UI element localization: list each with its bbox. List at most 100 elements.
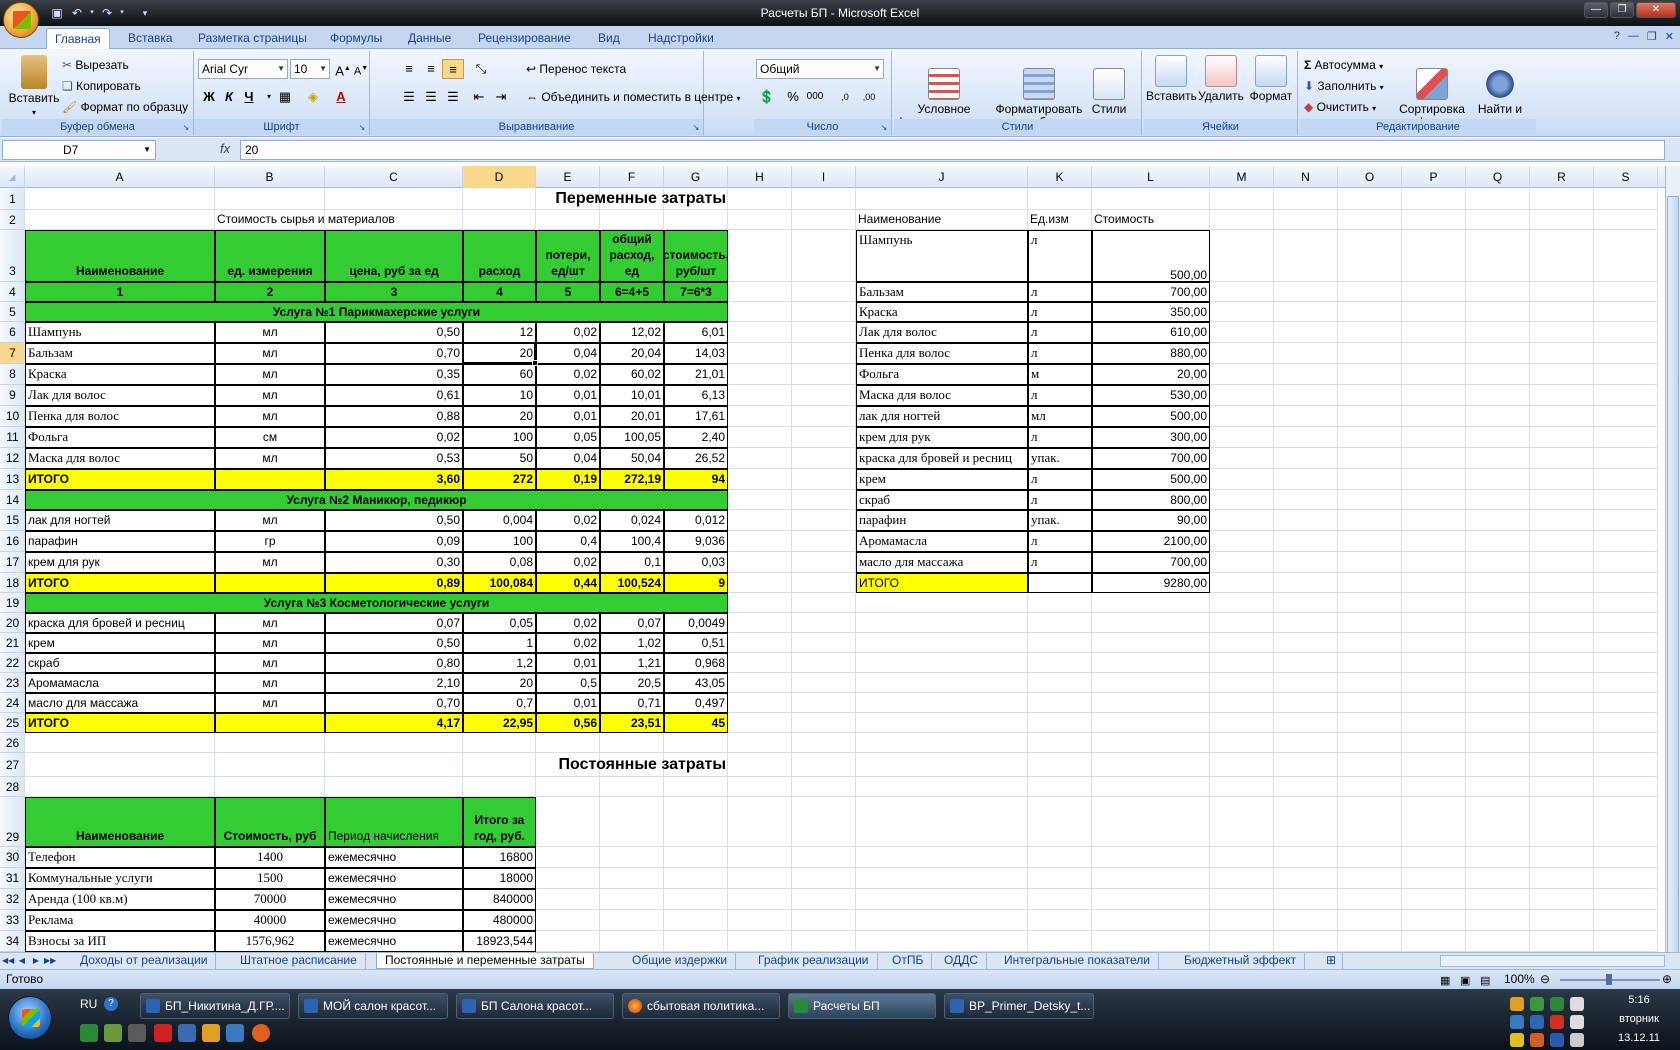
price-cell[interactable]: масло для массажа bbox=[856, 552, 1028, 573]
row-header-23[interactable]: 23 bbox=[0, 673, 25, 693]
header-number[interactable]: 1 bbox=[25, 282, 215, 302]
row-header-26[interactable]: 26 bbox=[0, 733, 25, 753]
last-sheet-icon[interactable]: ▶▶ bbox=[44, 954, 56, 968]
help-icon[interactable]: ? bbox=[104, 997, 118, 1011]
fixed-header[interactable]: Наименование bbox=[25, 797, 215, 847]
price-cell[interactable]: Шампунь bbox=[856, 230, 1028, 282]
dialog-launcher-icon[interactable]: ↘ bbox=[181, 123, 191, 133]
data-cell[interactable]: 0,0049 bbox=[664, 613, 728, 633]
price-cell[interactable]: 500,00 bbox=[1092, 230, 1210, 282]
total-cell[interactable]: 100,084 bbox=[463, 573, 536, 593]
price-cell[interactable]: л bbox=[1028, 427, 1092, 448]
data-cell[interactable]: мл bbox=[215, 613, 325, 633]
taskbar-item[interactable]: МОЙ салон красот... bbox=[298, 993, 448, 1019]
row-header-8[interactable]: 8 bbox=[0, 364, 25, 385]
row-header-32[interactable]: 32 bbox=[0, 889, 25, 910]
price-cell[interactable]: Бальзам bbox=[856, 282, 1028, 302]
data-cell[interactable]: 9,036 bbox=[664, 531, 728, 552]
total-cell[interactable]: 3,60 bbox=[325, 469, 463, 490]
price-cell[interactable]: упак. bbox=[1028, 510, 1092, 531]
data-cell[interactable]: 0,02 bbox=[536, 364, 600, 385]
data-cell[interactable]: 20,04 bbox=[600, 343, 664, 364]
align-top-icon[interactable]: ≡ bbox=[398, 59, 420, 79]
data-cell[interactable]: мл bbox=[215, 406, 325, 427]
price-cell[interactable]: Фольга bbox=[856, 364, 1028, 385]
font-color-icon[interactable]: A bbox=[330, 87, 352, 107]
fixed-cell[interactable]: Телефон bbox=[25, 847, 215, 868]
fixed-cell[interactable]: Взносы за ИП bbox=[25, 931, 215, 952]
font-name-select[interactable]: Arial Cyr ▼ bbox=[198, 59, 288, 79]
row-header-20[interactable]: 20 bbox=[0, 613, 25, 633]
tray-icon[interactable] bbox=[1530, 997, 1544, 1011]
price-cell[interactable]: Пенка для волос bbox=[856, 343, 1028, 364]
sheet-tab[interactable]: Интегральные показатели bbox=[996, 953, 1160, 969]
total-cell[interactable]: 4,17 bbox=[325, 713, 463, 733]
format-as-table-button[interactable]: Форматировать как таблицу bbox=[994, 55, 1084, 129]
row-header-16[interactable]: 16 bbox=[0, 531, 25, 552]
item-name[interactable]: Шампунь bbox=[25, 322, 215, 343]
data-cell[interactable]: 12,02 bbox=[600, 322, 664, 343]
item-name[interactable]: крем для рук bbox=[25, 552, 215, 573]
fixed-header[interactable]: Стоимость, руб bbox=[215, 797, 325, 847]
currency-icon[interactable]: 💲 bbox=[756, 87, 778, 107]
row-header-33[interactable]: 33 bbox=[0, 910, 25, 931]
price-header[interactable]: Ед.изм bbox=[1028, 210, 1092, 230]
data-cell[interactable]: 0,02 bbox=[536, 613, 600, 633]
table-header[interactable]: Наименование bbox=[25, 230, 215, 282]
price-cell[interactable]: л bbox=[1028, 385, 1092, 406]
price-cell[interactable]: 500,00 bbox=[1092, 406, 1210, 427]
price-cell[interactable]: мл bbox=[1028, 406, 1092, 427]
price-cell[interactable]: 700,00 bbox=[1092, 448, 1210, 469]
sheet-tab[interactable]: ОДДС bbox=[936, 953, 987, 969]
fixed-cell[interactable]: 1576,962 bbox=[215, 931, 325, 952]
fixed-cell[interactable]: 480000 bbox=[463, 910, 536, 931]
data-cell[interactable]: мл bbox=[215, 448, 325, 469]
data-cell[interactable]: 0,02 bbox=[536, 552, 600, 573]
section-header[interactable]: Услуга №1 Парикмахерские услуги bbox=[25, 302, 728, 322]
data-cell[interactable]: 1,02 bbox=[600, 633, 664, 653]
price-cell[interactable]: 530,00 bbox=[1092, 385, 1210, 406]
total-cell[interactable]: 23,51 bbox=[600, 713, 664, 733]
data-cell[interactable]: 0,50 bbox=[325, 633, 463, 653]
tray-icon[interactable] bbox=[1550, 1033, 1564, 1047]
table-header[interactable]: общий расход, ед bbox=[600, 230, 664, 282]
number-format-select[interactable]: Общий ▼ bbox=[756, 59, 884, 79]
item-name[interactable]: масло для массажа bbox=[25, 693, 215, 713]
merge-center-button[interactable]: ⇔ Объединить и поместить в центре ▾ bbox=[526, 89, 741, 107]
price-cell[interactable]: краска для бровей и ресниц bbox=[856, 448, 1028, 469]
bold-button[interactable]: Ж bbox=[198, 87, 220, 107]
price-cell[interactable]: л bbox=[1028, 531, 1092, 552]
data-cell[interactable]: 6,13 bbox=[664, 385, 728, 406]
price-cell[interactable]: л bbox=[1028, 230, 1092, 282]
row-header-30[interactable]: 30 bbox=[0, 847, 25, 868]
fixed-cell[interactable]: Реклама bbox=[25, 910, 215, 931]
row-header-2[interactable]: 2 bbox=[0, 210, 25, 230]
data-cell[interactable]: 2,40 bbox=[664, 427, 728, 448]
item-name[interactable]: скраб bbox=[25, 653, 215, 673]
column-header-s[interactable]: S bbox=[1594, 166, 1658, 188]
shrink-font-icon[interactable]: A▼ bbox=[350, 59, 372, 79]
zoom-slider-thumb[interactable] bbox=[1606, 974, 1612, 985]
zoom-level[interactable]: 100% bbox=[1504, 970, 1535, 989]
formula-input[interactable]: 20 bbox=[240, 140, 1665, 160]
data-cell[interactable]: 0,04 bbox=[536, 343, 600, 364]
total-cell[interactable]: 272,19 bbox=[600, 469, 664, 490]
fixed-cell[interactable]: ежемесячно bbox=[325, 931, 463, 952]
data-cell[interactable]: 43,05 bbox=[664, 673, 728, 693]
data-cell[interactable]: 0,80 bbox=[325, 653, 463, 673]
total-cell[interactable]: 0,19 bbox=[536, 469, 600, 490]
quicklaunch-icon[interactable] bbox=[128, 1024, 146, 1042]
data-cell[interactable]: 0,35 bbox=[325, 364, 463, 385]
percent-icon[interactable]: % bbox=[782, 87, 804, 107]
total-cell[interactable]: 272 bbox=[463, 469, 536, 490]
align-bottom-icon[interactable]: ≡ bbox=[442, 59, 464, 79]
data-cell[interactable]: 100,4 bbox=[600, 531, 664, 552]
data-cell[interactable]: 0,50 bbox=[325, 322, 463, 343]
total-cell[interactable]: ИТОГО bbox=[25, 573, 215, 593]
item-name[interactable]: Лак для волос bbox=[25, 385, 215, 406]
total-cell[interactable] bbox=[215, 713, 325, 733]
item-name[interactable]: Фольга bbox=[25, 427, 215, 448]
opera-icon[interactable] bbox=[154, 1024, 172, 1042]
fixed-cell[interactable]: ежемесячно bbox=[325, 847, 463, 868]
taskbar-item[interactable]: БП Салона красот... bbox=[456, 993, 614, 1019]
